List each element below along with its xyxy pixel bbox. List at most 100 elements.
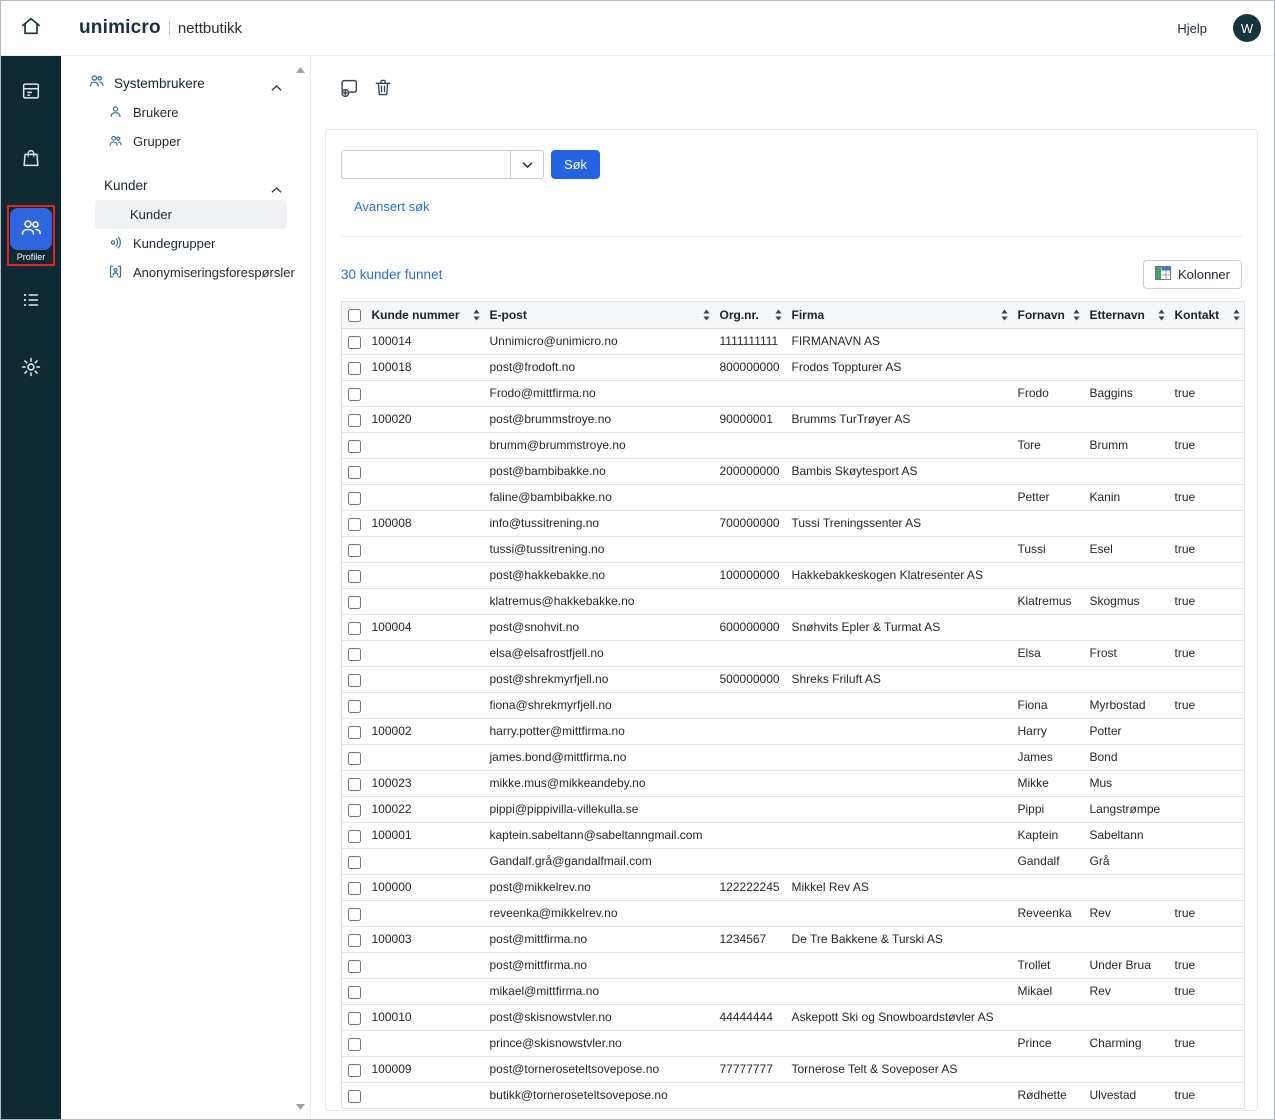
row-checkbox[interactable]: [348, 778, 361, 791]
sort-icon[interactable]: [1001, 310, 1008, 321]
table-cell: [714, 381, 786, 407]
table-cell: Esel: [1084, 537, 1169, 563]
sidebar-item-orders[interactable]: [9, 71, 53, 115]
sort-icon[interactable]: [775, 310, 782, 321]
sort-icon[interactable]: [1233, 310, 1240, 321]
table-row: 100020post@brummstroye.no90000001Brumms …: [342, 407, 1245, 433]
search-input[interactable]: [341, 150, 510, 179]
column-header[interactable]: Firma: [786, 302, 1012, 329]
row-checkbox[interactable]: [348, 518, 361, 531]
row-checkbox[interactable]: [348, 804, 361, 817]
sidebar-item-products[interactable]: [9, 138, 53, 182]
user-avatar[interactable]: W: [1233, 14, 1261, 42]
help-link[interactable]: Hjelp: [1177, 21, 1207, 36]
table-cell: [714, 641, 786, 667]
row-checkbox[interactable]: [348, 336, 361, 349]
column-header[interactable]: E-post: [484, 302, 714, 329]
table-cell: [1084, 355, 1169, 381]
sidebar-active-label: Profiler: [17, 252, 46, 262]
topbar: unimicro nettbutikk Hjelp W: [1, 1, 1274, 56]
chevron-up-icon[interactable]: [271, 181, 282, 199]
app-window: unimicro nettbutikk Hjelp W Profiler: [0, 0, 1275, 1120]
add-customer-button[interactable]: [337, 77, 361, 101]
table-cell: post@shrekmyrfjell.no: [484, 667, 714, 693]
row-checkbox-cell: [342, 329, 366, 355]
row-checkbox[interactable]: [348, 414, 361, 427]
column-header[interactable]: Kontakt: [1169, 302, 1245, 329]
search-field-dropdown[interactable]: [510, 150, 544, 179]
scroll-down-icon[interactable]: [296, 1097, 305, 1115]
row-checkbox[interactable]: [348, 674, 361, 687]
row-checkbox[interactable]: [348, 362, 361, 375]
nav-item-brukere[interactable]: Brukere: [61, 98, 310, 127]
column-header[interactable]: Fornavn: [1012, 302, 1084, 329]
sidebar-item-lists[interactable]: [9, 280, 53, 324]
row-checkbox[interactable]: [348, 1012, 361, 1025]
advanced-search-link[interactable]: Avansert søk: [354, 199, 430, 214]
table-cell: Potter: [1084, 719, 1169, 745]
chevron-up-icon[interactable]: [271, 79, 282, 97]
search-button[interactable]: Søk: [551, 150, 600, 179]
row-checkbox-cell: [342, 667, 366, 693]
table-cell: Kaptein: [1012, 823, 1084, 849]
table-cell: [366, 849, 484, 875]
row-checkbox[interactable]: [348, 440, 361, 453]
row-checkbox[interactable]: [348, 752, 361, 765]
row-checkbox[interactable]: [348, 934, 361, 947]
column-header-label: Firma: [792, 308, 825, 322]
row-checkbox[interactable]: [348, 1064, 361, 1077]
row-checkbox[interactable]: [348, 986, 361, 999]
select-all-checkbox[interactable]: [348, 309, 361, 322]
table-cell: Rev: [1084, 979, 1169, 1005]
delete-customer-button[interactable]: [371, 77, 395, 101]
row-checkbox[interactable]: [348, 882, 361, 895]
sidebar-item-profiler[interactable]: [10, 208, 52, 250]
table-cell: [714, 537, 786, 563]
row-checkbox[interactable]: [348, 544, 361, 557]
row-checkbox[interactable]: [348, 388, 361, 401]
chevron-down-icon: [522, 156, 533, 174]
column-header[interactable]: Kunde nummer: [366, 302, 484, 329]
row-checkbox[interactable]: [348, 700, 361, 713]
column-header-label: Kunde nummer: [372, 308, 460, 322]
row-checkbox[interactable]: [348, 1090, 361, 1103]
nav-section-kunder[interactable]: Kunder: [61, 170, 310, 200]
table-cell: true: [1169, 1031, 1245, 1057]
row-checkbox[interactable]: [348, 1038, 361, 1051]
table-cell: Gandalf: [1012, 849, 1084, 875]
row-checkbox[interactable]: [348, 830, 361, 843]
home-icon: [20, 15, 42, 42]
table-cell: [1012, 615, 1084, 641]
sort-icon[interactable]: [1073, 310, 1080, 321]
table-cell: 100008: [366, 511, 484, 537]
columns-button[interactable]: Kolonner: [1143, 260, 1242, 289]
row-checkbox[interactable]: [348, 596, 361, 609]
column-header[interactable]: Org.nr.: [714, 302, 786, 329]
column-header[interactable]: Etternavn: [1084, 302, 1169, 329]
sidebar-item-settings[interactable]: [9, 347, 53, 391]
table-row: 100009post@torneroseteltsovepose.no77777…: [342, 1057, 1245, 1083]
row-checkbox[interactable]: [348, 908, 361, 921]
nav-item-anonymisering[interactable]: Anonymiseringsforespørsler: [61, 258, 310, 287]
table-row: brumm@brummstroye.noToreBrummtrue: [342, 433, 1245, 459]
row-checkbox[interactable]: [348, 856, 361, 869]
sort-icon[interactable]: [473, 310, 480, 321]
sort-icon[interactable]: [1158, 310, 1165, 321]
nav-section-systembrukere[interactable]: Systembrukere: [61, 68, 310, 98]
nav-item-grupper[interactable]: Grupper: [61, 127, 310, 156]
row-checkbox[interactable]: [348, 648, 361, 661]
table-cell: Shreks Friluft AS: [786, 667, 1012, 693]
row-checkbox[interactable]: [348, 622, 361, 635]
row-checkbox[interactable]: [348, 570, 361, 583]
home-button[interactable]: [1, 1, 61, 55]
table-cell: De Tre Bakkene & Turski AS: [786, 927, 1012, 953]
row-checkbox[interactable]: [348, 492, 361, 505]
row-checkbox[interactable]: [348, 960, 361, 973]
row-checkbox[interactable]: [348, 466, 361, 479]
table-cell: post@torneroseteltsovepose.no: [484, 1057, 714, 1083]
row-checkbox[interactable]: [348, 726, 361, 739]
table-cell: Pippi: [1012, 797, 1084, 823]
nav-item-kundegrupper[interactable]: Kundegrupper: [61, 229, 310, 258]
nav-item-kunder[interactable]: Kunder: [95, 200, 287, 229]
sort-icon[interactable]: [703, 310, 710, 321]
